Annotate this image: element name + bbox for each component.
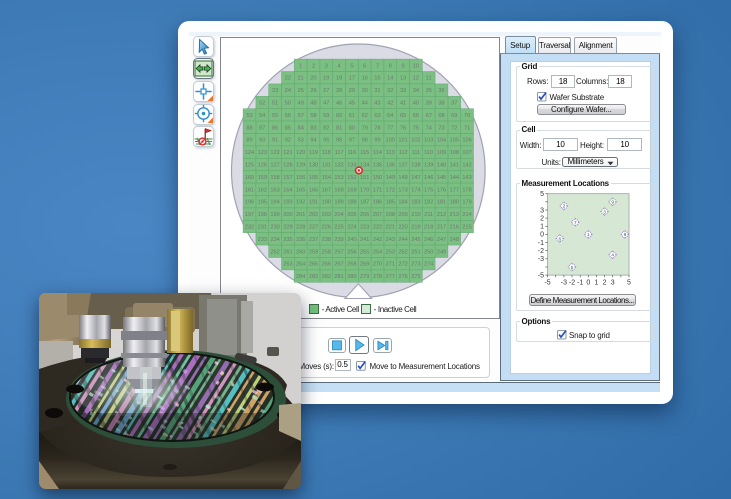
svg-text:3: 3 (540, 207, 544, 214)
svg-text:-2: -2 (569, 279, 575, 286)
svg-text:6: 6 (558, 236, 561, 242)
svg-text:3: 3 (603, 209, 606, 215)
svg-text:2: 2 (540, 215, 544, 222)
svg-text:-1: -1 (538, 240, 544, 247)
svg-text:1: 1 (540, 224, 544, 231)
svg-text:1: 1 (587, 232, 590, 238)
svg-text:-1: -1 (577, 279, 583, 286)
svg-text:5: 5 (540, 191, 544, 198)
svg-text:-5: -5 (538, 272, 544, 279)
svg-text:8: 8 (624, 232, 627, 238)
svg-text:-3: -3 (538, 256, 544, 263)
svg-text:3: 3 (611, 279, 615, 286)
svg-text:5: 5 (571, 265, 574, 271)
svg-text:2: 2 (603, 279, 607, 286)
svg-text:7: 7 (574, 220, 577, 226)
svg-text:1: 1 (594, 279, 598, 286)
svg-text:2: 2 (563, 204, 566, 210)
svg-text:-5: -5 (544, 279, 550, 286)
svg-text:-3: -3 (561, 279, 567, 286)
svg-text:0: 0 (586, 279, 590, 286)
svg-text:4: 4 (611, 253, 614, 259)
svg-text:-2: -2 (538, 248, 544, 255)
svg-text:0: 0 (540, 232, 544, 239)
svg-text:5: 5 (627, 279, 631, 286)
svg-text:9: 9 (611, 200, 614, 206)
